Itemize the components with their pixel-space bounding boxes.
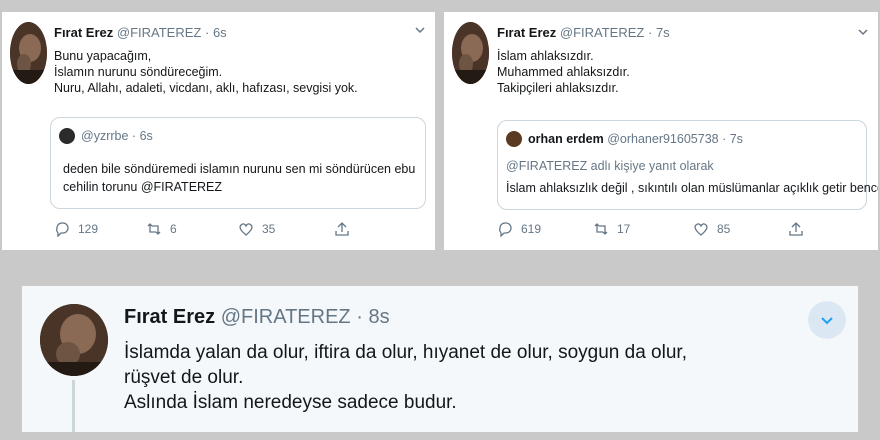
separator-dot: · <box>131 129 137 143</box>
quoted-tweet-header: @yzrrbe · 6s <box>59 128 153 144</box>
reply-button[interactable]: 619 <box>497 221 593 237</box>
tweet-actions: 619 17 85 <box>497 221 812 237</box>
like-count: 35 <box>262 222 276 236</box>
reply-icon <box>499 222 512 237</box>
separator-dot: · <box>204 25 210 40</box>
like-button[interactable]: 85 <box>693 221 788 237</box>
tweet-text: İslamda yalan da olur, iftira da olur, h… <box>124 340 687 415</box>
tweet-line: Bunu yapacağım, <box>54 49 152 63</box>
quoted-line: deden bile söndüremedi islamın nurunu se… <box>63 162 416 176</box>
thread-line <box>72 380 75 432</box>
user-handle[interactable]: @FIRATEREZ <box>117 25 201 40</box>
retweet-count: 6 <box>170 222 177 236</box>
share-icon <box>789 222 803 236</box>
quoted-tweet-text: deden bile söndüremedi islamın nurunu se… <box>63 160 415 196</box>
share-icon <box>335 222 349 236</box>
user-avatar[interactable] <box>452 22 489 84</box>
tweet-line: Muhammed ahlaksızdır. <box>497 65 630 79</box>
display-name[interactable]: Fırat Erez <box>124 306 215 328</box>
user-handle[interactable]: @FIRATEREZ <box>221 306 351 328</box>
quoted-user-avatar <box>59 128 75 144</box>
chevron-down-icon[interactable] <box>857 26 869 41</box>
tweet-text: İslam ahlaksızdır. Muhammed ahlaksızdır.… <box>497 48 630 96</box>
tweet-line: İslamda yalan da olur, iftira da olur, h… <box>124 342 687 363</box>
tweet-time[interactable]: 8s <box>368 306 389 328</box>
quoted-line: cehilin torunu @FIRATEREZ <box>63 180 223 194</box>
reply-count: 619 <box>521 222 542 236</box>
tweet-actions: 129 6 35 <box>54 221 358 237</box>
quoted-tweet[interactable]: @yzrrbe · 6s deden bile söndüremedi isla… <box>50 117 426 209</box>
tweet-card-1[interactable]: Fırat Erez @FIRATEREZ · 6s Bunu yapacağı… <box>2 12 435 250</box>
quoted-line: İslam ahlaksızlık değil , sıkıntılı olan… <box>506 181 878 195</box>
chevron-down-icon[interactable] <box>414 24 426 39</box>
more-options-button[interactable] <box>808 301 846 339</box>
quoted-tweet-header: orhan erdem @orhaner91605738 · 7s <box>506 131 743 147</box>
tweet-header: Fırat Erez @FIRATEREZ · 6s <box>54 25 227 40</box>
separator-dot: · <box>722 132 727 146</box>
tweet-text: Bunu yapacağım, İslamın nurunu söndürece… <box>54 48 358 96</box>
user-handle[interactable]: @FIRATEREZ <box>560 25 644 40</box>
display-name[interactable]: Fırat Erez <box>497 25 556 40</box>
quoted-tweet-time: 6s <box>139 129 153 143</box>
reply-icon <box>56 222 69 237</box>
user-avatar[interactable] <box>10 22 47 84</box>
quoted-user-handle: @yzrrbe <box>81 129 129 143</box>
separator-dot: · <box>356 306 363 328</box>
retweet-button[interactable]: 17 <box>593 221 693 237</box>
tweet-header: Fırat Erez @FIRATEREZ · 7s <box>497 25 670 40</box>
retweet-icon <box>594 223 608 235</box>
share-button[interactable] <box>788 221 812 237</box>
tweet-time[interactable]: 7s <box>656 25 670 40</box>
heart-icon <box>239 223 253 236</box>
tweet-line: rüşvet de olur. <box>124 367 244 388</box>
tweet-header: Fırat Erez @FIRATEREZ · 8s <box>124 306 390 329</box>
quoted-user-handle: @orhaner91605738 <box>607 132 719 146</box>
chevron-down-icon <box>821 317 833 325</box>
tweet-line: İslamın nurunu söndüreceğim. <box>54 65 223 79</box>
display-name[interactable]: Fırat Erez <box>54 25 113 40</box>
retweet-icon <box>147 223 161 235</box>
reply-count: 129 <box>78 222 99 236</box>
like-button[interactable]: 35 <box>238 221 334 237</box>
user-avatar[interactable] <box>40 304 108 376</box>
tweet-card-2[interactable]: Fırat Erez @FIRATEREZ · 7s İslam ahlaksı… <box>444 12 878 250</box>
tweet-line: Aslında İslam neredeyse sadece budur. <box>124 392 457 413</box>
like-count: 85 <box>717 222 731 236</box>
tweet-line: Takipçileri ahlaksızdır. <box>497 81 619 95</box>
reply-context: @FIRATEREZ adlı kişiye yanıt olarak <box>506 159 714 173</box>
share-button[interactable] <box>334 221 358 237</box>
retweet-button[interactable]: 6 <box>146 221 238 237</box>
tweet-card-3[interactable]: Fırat Erez @FIRATEREZ · 8s İslamda yalan… <box>22 286 858 432</box>
quoted-tweet-text: @FIRATEREZ adlı kişiye yanıt olarak İsla… <box>506 157 878 197</box>
heart-icon <box>694 223 708 236</box>
retweet-count: 17 <box>617 222 631 236</box>
quoted-tweet-time: 7s <box>729 132 743 146</box>
tweet-line: Nuru, Allahı, adaleti, vicdanı, aklı, ha… <box>54 81 358 95</box>
quoted-user-avatar <box>506 131 522 147</box>
tweet-time[interactable]: 6s <box>213 25 227 40</box>
reply-button[interactable]: 129 <box>54 221 146 237</box>
quoted-tweet[interactable]: orhan erdem @orhaner91605738 · 7s @FIRAT… <box>497 120 878 210</box>
quoted-display-name: orhan erdem <box>528 132 604 146</box>
separator-dot: · <box>647 25 653 40</box>
tweet-line: İslam ahlaksızdır. <box>497 49 594 63</box>
